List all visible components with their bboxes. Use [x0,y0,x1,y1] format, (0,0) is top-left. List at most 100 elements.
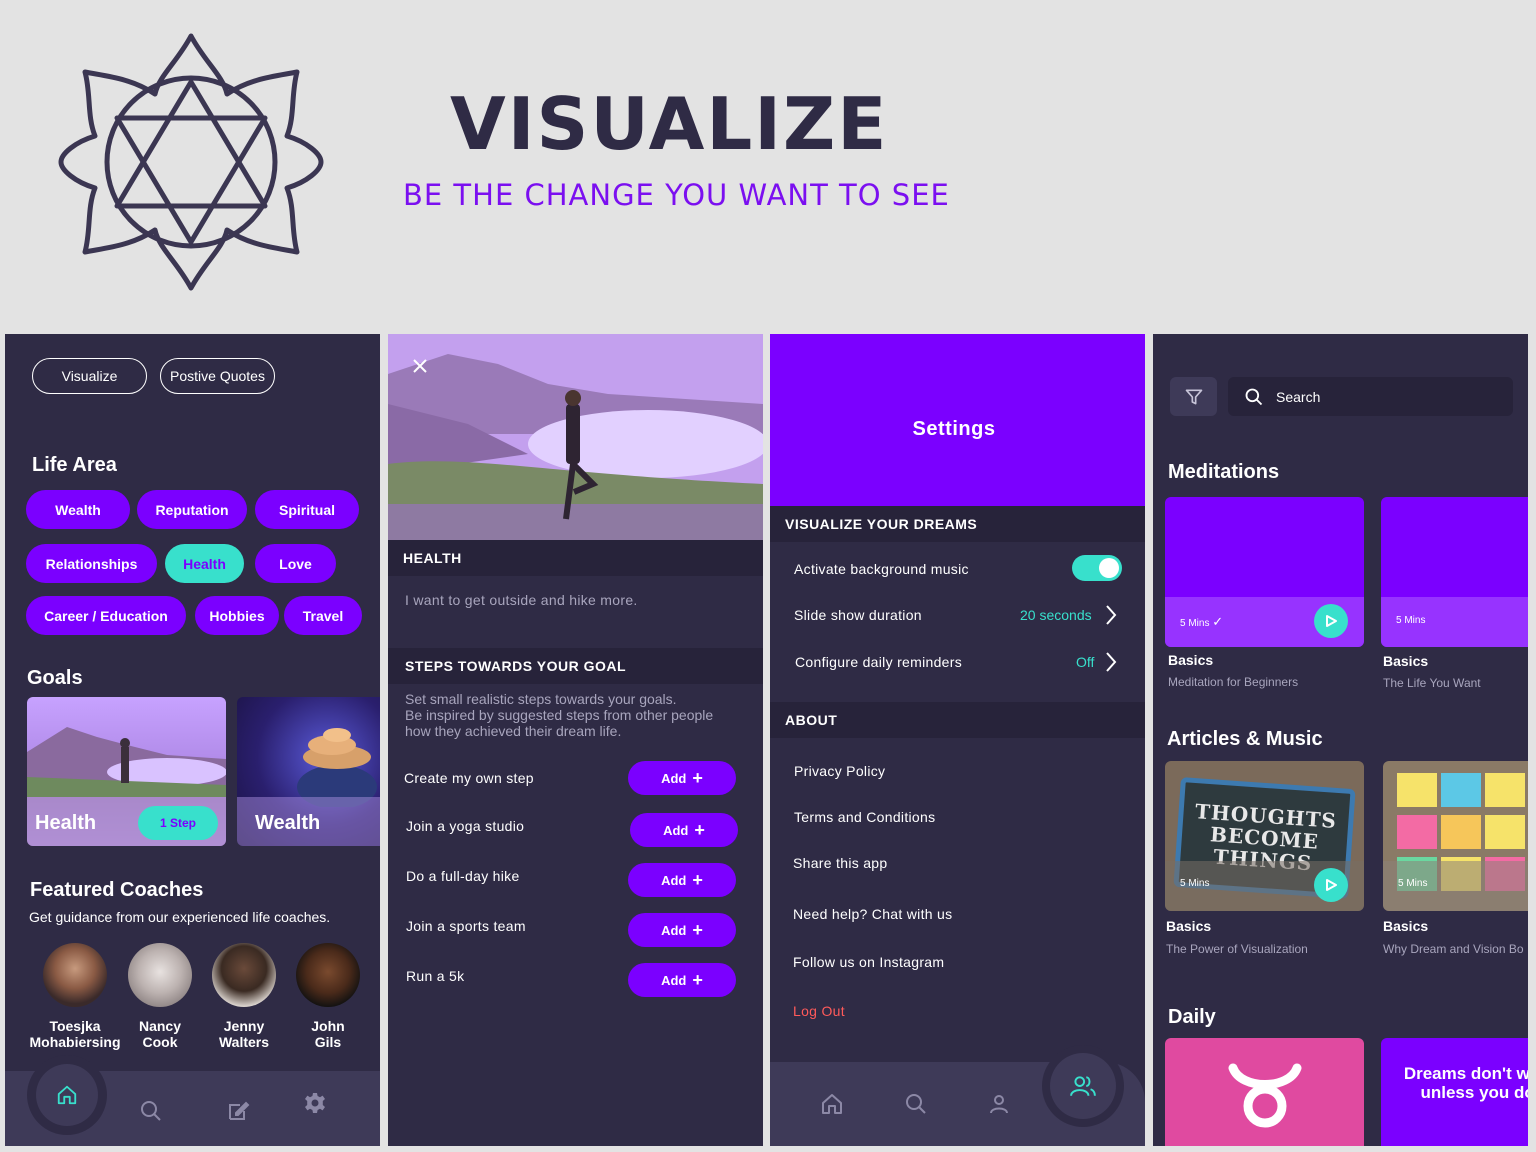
close-icon[interactable] [412,358,428,374]
slide-duration-label[interactable]: Slide show duration [794,607,922,623]
coach-avatar[interactable] [43,943,107,1007]
play-button[interactable] [1314,604,1348,638]
search-icon[interactable] [139,1099,163,1123]
edit-icon[interactable] [226,1099,250,1123]
daily-quote-card[interactable]: Dreams don't work unless you do. [1381,1038,1528,1146]
goal-label: Health [35,812,97,834]
slide-duration-value[interactable]: 20 seconds [1020,607,1092,623]
play-button[interactable] [1314,868,1348,902]
add-step-button[interactable]: Add + [628,963,736,997]
tag-hobbies[interactable]: Hobbies [195,596,279,635]
plus-icon: + [692,970,703,990]
bottom-nav [5,1055,380,1146]
steps-helper-text: Set small realistic steps towards your g… [405,691,714,739]
share-app-link[interactable]: Share this app [793,855,887,871]
tag-travel[interactable]: Travel [284,596,362,635]
coach-avatar[interactable] [212,943,276,1007]
card-subtitle: Why Dream and Vision Bo [1383,942,1524,956]
bg-music-label: Activate background music [794,561,969,577]
bottom-nav [770,1045,1145,1146]
mountain-lake-image [27,727,226,797]
plus-icon: + [694,820,705,840]
coach-name: John Gils [311,1018,345,1050]
search-input[interactable]: Search [1228,377,1513,416]
tag-wealth[interactable]: Wealth [26,490,130,529]
chevron-right-icon[interactable] [1105,651,1117,673]
featured-coaches-title: Featured Coaches [30,879,204,901]
taurus-icon [1228,1063,1302,1128]
card-subtitle: Meditation for Beginners [1168,675,1299,689]
tag-reputation[interactable]: Reputation [137,490,247,529]
card-title: Basics [1166,918,1212,934]
gear-icon[interactable] [303,1091,327,1115]
people-tab[interactable] [1042,1045,1124,1127]
home-tab[interactable] [27,1055,107,1135]
section-header-health: HEALTH [388,540,763,576]
bg-music-toggle[interactable] [1072,555,1122,581]
add-step-button[interactable]: Add + [630,813,738,847]
tag-spiritual[interactable]: Spiritual [255,490,359,529]
meditation-card[interactable]: 5 Mins [1381,497,1528,647]
steps-badge: 1 Step [138,806,218,840]
card-title: Basics [1383,653,1429,669]
daily-reminders-value[interactable]: Off [1076,654,1094,670]
step-label: Run a 5k [406,968,465,984]
plus-icon: + [692,920,703,940]
filter-button[interactable] [1170,377,1217,416]
logout-button[interactable]: Log Out [793,1003,845,1019]
article-card[interactable]: THOUGHTS BECOME THINGS 5 Mins [1165,761,1364,911]
play-icon [1326,879,1337,891]
step-label: Do a full-day hike [406,868,520,884]
daily-reminders-label[interactable]: Configure daily reminders [795,654,962,670]
goal-description[interactable]: I want to get outside and hike more. [405,592,638,608]
duration-label: 5 Mins ✓ [1180,614,1224,629]
tag-career-education[interactable]: Career / Education [26,596,186,635]
daily-card[interactable] [1165,1038,1364,1146]
plus-icon: + [692,870,703,890]
coach-avatar[interactable] [296,943,360,1007]
search-icon[interactable] [904,1092,928,1116]
screen-explore: Search Meditations 5 Mins ✓ Basics Medit… [1153,334,1528,1146]
tag-love[interactable]: Love [255,544,336,583]
chat-help-link[interactable]: Need help? Chat with us [793,906,952,922]
app-title: VISUALIZE [450,82,889,166]
tag-health[interactable]: Health [165,544,244,583]
coach-avatar[interactable] [128,943,192,1007]
duration-label: 5 Mins [1180,878,1210,889]
add-step-button[interactable]: Add + [628,913,736,947]
tag-relationships[interactable]: Relationships [26,544,157,583]
instagram-link[interactable]: Follow us on Instagram [793,954,944,970]
card-title: Basics [1168,652,1214,668]
profile-icon[interactable] [987,1092,1011,1116]
visualize-pill[interactable]: Visualize [32,358,147,394]
article-card[interactable]: 5 Mins [1383,761,1528,911]
goal-card-health[interactable]: Health 1 Step [27,697,226,846]
add-step-button[interactable]: Add + [628,761,736,795]
screen-settings: Settings VISUALIZE YOUR DREAMS Activate … [770,334,1145,1146]
card-subtitle: The Power of Visualization [1166,942,1308,956]
goals-title: Goals [27,667,83,689]
home-icon[interactable] [820,1092,844,1116]
app-tagline: BE THE CHANGE YOU WANT TO SEE [403,178,950,212]
meditations-title: Meditations [1168,461,1280,483]
screen-goal-detail: HEALTH I want to get outside and hike mo… [388,334,763,1146]
check-icon: ✓ [1212,614,1224,629]
plus-icon: + [692,768,703,788]
coin-pot-image [297,728,377,807]
goal-card-wealth[interactable]: Wealth [237,697,380,846]
chevron-right-icon[interactable] [1105,604,1117,626]
duration-label: 5 Mins [1398,878,1428,889]
card-subtitle: The Life You Want [1383,676,1481,690]
terms-link[interactable]: Terms and Conditions [794,809,935,825]
section-header-visualize: VISUALIZE YOUR DREAMS [770,506,1145,542]
goal-label: Wealth [255,812,321,834]
positive-quotes-pill[interactable]: Postive Quotes [160,358,275,394]
screen-life-areas: Visualize Postive Quotes Life Area Wealt… [5,334,380,1146]
filter-icon [1185,389,1202,404]
meditation-card[interactable]: 5 Mins ✓ [1165,497,1364,647]
privacy-policy-link[interactable]: Privacy Policy [794,763,885,779]
step-label: Join a sports team [406,918,526,934]
featured-coaches-subtitle: Get guidance from our experienced life c… [29,909,331,925]
home-icon [57,1085,77,1105]
add-step-button[interactable]: Add + [628,863,736,897]
